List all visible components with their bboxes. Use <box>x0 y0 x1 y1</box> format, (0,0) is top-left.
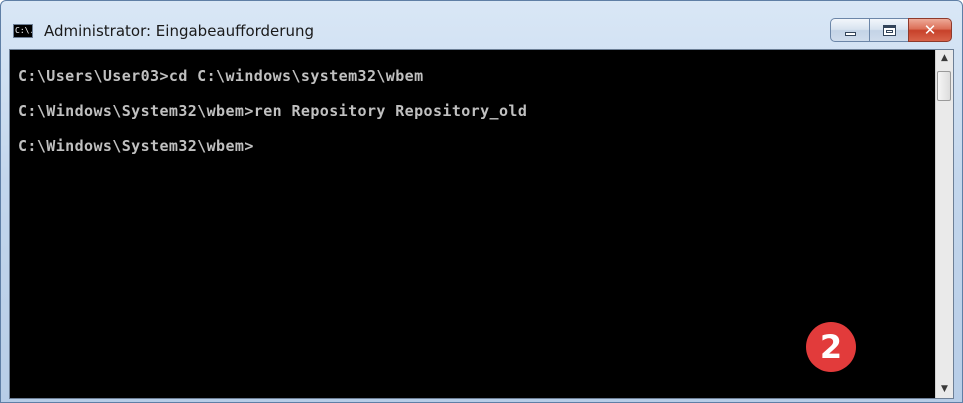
maximize-icon <box>883 25 896 36</box>
vertical-scrollbar[interactable]: ▲ ▼ <box>935 50 953 398</box>
console-window: C:\. Administrator: Eingabeaufforderung … <box>0 0 963 403</box>
minimize-icon <box>845 32 856 36</box>
maximize-button[interactable] <box>869 18 909 42</box>
command-prompt-icon[interactable]: C:\. <box>13 24 33 38</box>
title-bar[interactable]: C:\. Administrator: Eingabeaufforderung … <box>1 1 962 45</box>
console-client-area: C:\Users\User03>cd C:\windows\system32\w… <box>9 49 954 399</box>
scroll-up-icon[interactable]: ▲ <box>936 50 953 67</box>
scroll-down-icon[interactable]: ▼ <box>936 381 953 398</box>
scroll-thumb[interactable] <box>937 71 951 101</box>
console-line: C:\Users\User03>cd C:\windows\system32\w… <box>18 67 424 85</box>
console-line: C:\Windows\System32\wbem>ren Repository … <box>18 102 528 120</box>
console-line: C:\Windows\System32\wbem> <box>18 137 254 155</box>
step-number-badge: 2 <box>806 322 856 372</box>
close-button[interactable]: ✕ <box>908 18 952 42</box>
console-output[interactable]: C:\Users\User03>cd C:\windows\system32\w… <box>10 50 935 398</box>
window-title: Administrator: Eingabeaufforderung <box>44 22 314 40</box>
window-controls: ✕ <box>830 18 952 42</box>
minimize-button[interactable] <box>830 18 870 42</box>
close-icon: ✕ <box>923 21 937 39</box>
